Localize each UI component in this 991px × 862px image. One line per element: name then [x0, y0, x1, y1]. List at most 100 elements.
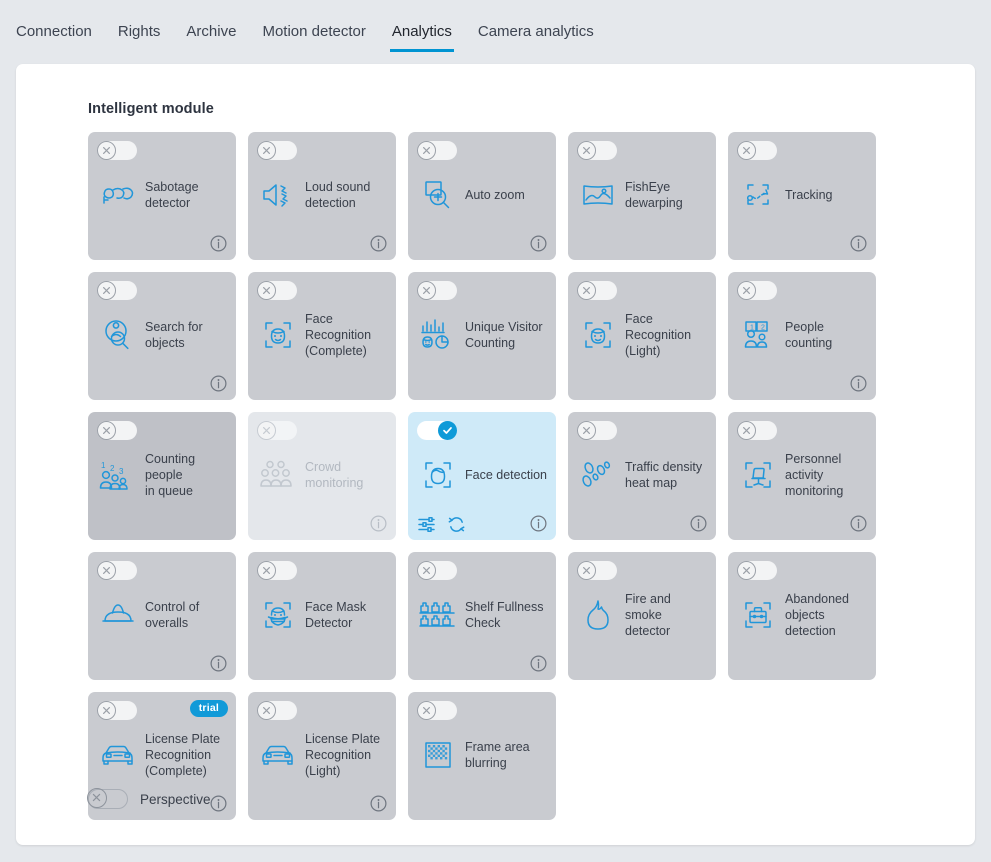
- module-toggle-sabotage-detector[interactable]: [97, 141, 137, 160]
- info-icon[interactable]: [210, 375, 227, 392]
- module-label: Crowd monitoring: [305, 460, 364, 490]
- tab-archive[interactable]: Archive: [184, 23, 238, 52]
- module-card-auto-zoom[interactable]: Auto zoom: [408, 132, 556, 260]
- auto-zoom-icon: [418, 175, 458, 215]
- traffic-heatmap-icon: [578, 455, 618, 495]
- module-card-loud-sound-detection[interactable]: Loud sound detection: [248, 132, 396, 260]
- module-toggle-personnel-activity-monitoring[interactable]: [737, 421, 777, 440]
- module-toggle-frame-area-blurring[interactable]: [417, 701, 457, 720]
- module-body: Traffic density heat map: [578, 446, 708, 504]
- settings-sliders-icon[interactable]: [418, 516, 435, 533]
- module-toggle-search-for-objects[interactable]: [97, 281, 137, 300]
- module-body: Face detection: [418, 446, 548, 504]
- info-icon[interactable]: [530, 235, 547, 252]
- module-card-search-for-objects[interactable]: Search for objects: [88, 272, 236, 400]
- module-toggle-fisheye-dewarping[interactable]: [577, 141, 617, 160]
- info-icon[interactable]: [530, 655, 547, 672]
- module-body: Abandoned objects detection: [738, 586, 868, 644]
- module-card-face-recognition-light[interactable]: Face Recognition (Light): [568, 272, 716, 400]
- perspective-row: Perspective: [86, 787, 211, 809]
- module-card-shelf-fullness-check[interactable]: Shelf Fullness Check: [408, 552, 556, 680]
- shelf-fullness-icon: [418, 595, 458, 635]
- loud-sound-icon: [258, 175, 298, 215]
- module-toggle-shelf-fullness-check[interactable]: [417, 561, 457, 580]
- info-icon[interactable]: [690, 515, 707, 532]
- toggle-knob-off-icon: [737, 141, 756, 160]
- module-card-tracking[interactable]: Tracking: [728, 132, 876, 260]
- crowd-monitoring-icon: [258, 455, 298, 495]
- module-card-control-of-overalls[interactable]: Control of overalls: [88, 552, 236, 680]
- module-card-fisheye-dewarping[interactable]: FishEye dewarping: [568, 132, 716, 260]
- info-icon[interactable]: [370, 795, 387, 812]
- module-toggle-crowd-monitoring: [257, 421, 297, 440]
- module-toggle-face-detection[interactable]: [417, 421, 457, 440]
- unique-visitor-counting-icon: [418, 315, 458, 355]
- info-icon[interactable]: [370, 235, 387, 252]
- module-label: Face Mask Detector: [305, 600, 367, 630]
- info-icon[interactable]: [210, 795, 227, 812]
- toggle-knob-off-icon: [97, 281, 116, 300]
- toggle-knob-off-icon: [257, 701, 276, 720]
- info-icon[interactable]: [370, 515, 387, 532]
- info-icon[interactable]: [530, 515, 547, 532]
- module-card-people-counting[interactable]: 1 2 People counting: [728, 272, 876, 400]
- module-toggle-people-counting[interactable]: [737, 281, 777, 300]
- face-detection-icon: [418, 455, 458, 495]
- module-card-face-recognition-complete[interactable]: Face Recognition (Complete): [248, 272, 396, 400]
- module-toggle-face-recognition-light[interactable]: [577, 281, 617, 300]
- module-toggle-unique-visitor-counting[interactable]: [417, 281, 457, 300]
- module-toggle-fire-and-smoke-detector[interactable]: [577, 561, 617, 580]
- module-toggle-loud-sound-detection[interactable]: [257, 141, 297, 160]
- module-card-unique-visitor-counting[interactable]: Unique Visitor Counting: [408, 272, 556, 400]
- module-card-personnel-activity-monitoring[interactable]: Personnel activity monitoring: [728, 412, 876, 540]
- module-card-face-mask-detector[interactable]: Face Mask Detector: [248, 552, 396, 680]
- module-toggle-tracking[interactable]: [737, 141, 777, 160]
- module-toggle-license-plate-recognition-light[interactable]: [257, 701, 297, 720]
- module-toggle-license-plate-recognition-complete[interactable]: [97, 701, 137, 720]
- module-card-counting-people-in-queue[interactable]: 1 2 3 Counting people in queue: [88, 412, 236, 540]
- module-label: Auto zoom: [465, 188, 525, 202]
- module-card-license-plate-recognition-light[interactable]: License Plate Recognition (Light): [248, 692, 396, 820]
- module-toggle-face-recognition-complete[interactable]: [257, 281, 297, 300]
- info-icon[interactable]: [850, 375, 867, 392]
- module-label: Sabotage detector: [145, 180, 199, 210]
- svg-text:2: 2: [761, 325, 765, 332]
- module-body: 1 2 People counting: [738, 306, 868, 364]
- module-toggle-counting-people-in-queue[interactable]: [97, 421, 137, 440]
- refresh-icon[interactable]: [448, 516, 465, 533]
- info-icon[interactable]: [210, 655, 227, 672]
- tab-camera-analytics[interactable]: Camera analytics: [476, 23, 596, 52]
- intelligent-module-grid: Sabotage detector Loud sound detection Aut…: [88, 132, 876, 820]
- module-card-face-detection[interactable]: Face detection: [408, 412, 556, 540]
- module-body: Face Recognition (Light): [578, 306, 708, 364]
- tab-motion-detector[interactable]: Motion detector: [260, 23, 367, 52]
- module-card-traffic-density-heat-map[interactable]: Traffic density heat map: [568, 412, 716, 540]
- info-icon[interactable]: [850, 235, 867, 252]
- module-label: Unique Visitor Counting: [465, 320, 543, 350]
- module-body: Face Recognition (Complete): [258, 306, 388, 364]
- perspective-toggle[interactable]: [86, 787, 128, 809]
- toggle-knob-off-icon: [257, 561, 276, 580]
- page-title: Intelligent module: [88, 101, 214, 117]
- analytics-panel: Intelligent module Sabotage detector Loud…: [16, 64, 975, 845]
- module-body: Tracking: [738, 166, 868, 224]
- tab-connection[interactable]: Connection: [14, 23, 94, 52]
- module-card-abandoned-objects-detection[interactable]: Abandoned objects detection: [728, 552, 876, 680]
- info-icon[interactable]: [210, 235, 227, 252]
- module-body: Face Mask Detector: [258, 586, 388, 644]
- module-toggle-traffic-density-heat-map[interactable]: [577, 421, 617, 440]
- toggle-knob-off-icon: [97, 421, 116, 440]
- tab-analytics[interactable]: Analytics: [389, 23, 454, 52]
- module-card-sabotage-detector[interactable]: Sabotage detector: [88, 132, 236, 260]
- module-toggle-abandoned-objects-detection[interactable]: [737, 561, 777, 580]
- tab-rights[interactable]: Rights: [116, 23, 163, 52]
- module-card-fire-and-smoke-detector[interactable]: Fire and smoke detector: [568, 552, 716, 680]
- fire-smoke-icon: [578, 595, 618, 635]
- svg-text:3: 3: [119, 467, 124, 476]
- module-toggle-auto-zoom[interactable]: [417, 141, 457, 160]
- module-label: Abandoned objects detection: [785, 592, 849, 638]
- info-icon[interactable]: [850, 515, 867, 532]
- module-card-frame-area-blurring[interactable]: Frame area blurring: [408, 692, 556, 820]
- module-toggle-face-mask-detector[interactable]: [257, 561, 297, 580]
- module-toggle-control-of-overalls[interactable]: [97, 561, 137, 580]
